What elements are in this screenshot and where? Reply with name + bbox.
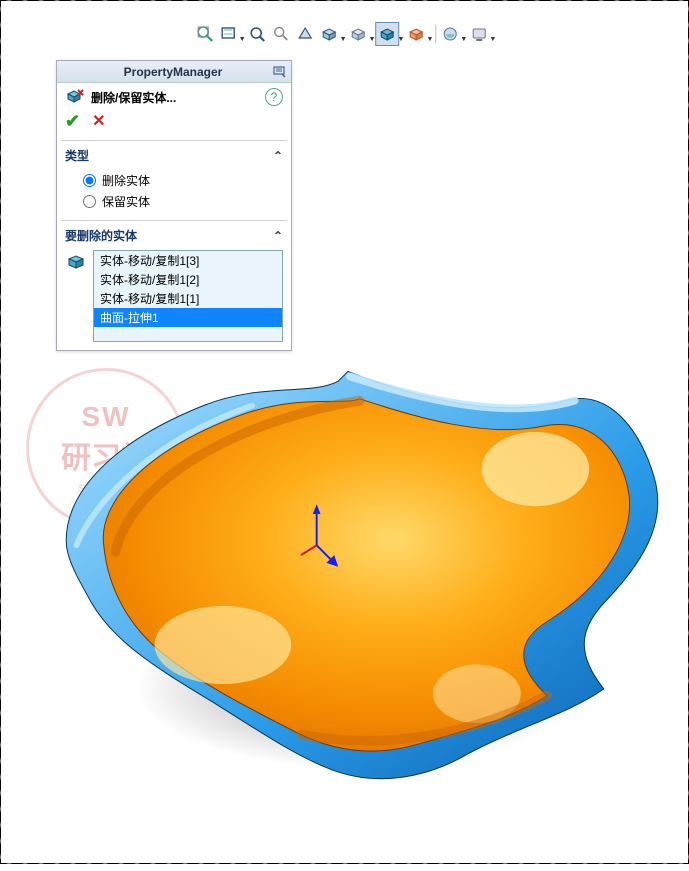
radio-delete-label: 删除实体 [102,172,150,189]
body-item[interactable]: 实体-移动/复制1[3] [94,251,282,270]
delete-body-icon [65,86,85,109]
type-group-label: 类型 [65,147,89,164]
radio-delete-bodies[interactable]: 删除实体 [65,170,283,191]
display-style-icon[interactable] [347,22,371,46]
body-item[interactable]: 实体-移动/复制1[1] [94,289,282,308]
collapse-icon[interactable]: ⌃ [273,149,283,163]
property-manager-panel: ‹ PropertyManager 删除/保留实体... ? ✔ ✕ 类型 ⌃ [56,60,292,351]
previous-view-icon[interactable] [270,22,294,46]
radio-delete-input[interactable] [83,174,96,187]
pm-titlebar: ‹ PropertyManager [57,61,291,83]
body-list-icon [65,250,87,342]
dropdown-icon[interactable]: ▼ [489,36,496,46]
bodies-group: 要删除的实体 ⌃ 实体-移动/复制1[3]实体-移动/复制1[2]实体-移动/复… [57,221,291,350]
pm-feature-header: 删除/保留实体... ? [57,83,291,111]
model-shadow [48,548,668,828]
pin-icon[interactable] [269,63,289,81]
zoom-fit-icon[interactable] [193,22,217,46]
collapse-icon[interactable]: ⌃ [273,229,283,243]
view-toolbar: ▼ ▼ ▼ ▼ ▼ ▼ ▼ [193,22,497,46]
dropdown-icon[interactable]: ▼ [340,36,347,46]
radio-keep-bodies[interactable]: 保留实体 [65,191,283,212]
pm-feature-name: 删除/保留实体... [91,89,176,106]
body-item[interactable]: 实体-移动/复制1[2] [94,270,282,289]
body-item[interactable]: 曲面-拉伸1 [94,308,282,327]
type-group: 类型 ⌃ 删除实体 保留实体 [57,141,291,220]
help-icon[interactable]: ? [265,88,283,106]
edit-appearance-icon[interactable] [404,22,428,46]
radio-keep-label: 保留实体 [102,193,150,210]
bodies-listbox[interactable]: 实体-移动/复制1[3]实体-移动/复制1[2]实体-移动/复制1[1]曲面-拉… [93,250,283,342]
zoom-area-icon[interactable] [217,22,241,46]
dropdown-icon[interactable]: ▼ [369,36,376,46]
ok-button[interactable]: ✔ [65,111,80,132]
graphics-area[interactable]: SW 研习社 SolidWorks [8,8,681,856]
bodies-group-label: 要删除的实体 [65,227,137,244]
pm-title: PropertyManager [77,65,269,79]
cancel-button[interactable]: ✕ [92,111,105,132]
radio-keep-input[interactable] [83,195,96,208]
apply-scene-icon[interactable] [438,22,462,46]
watermark: SW 研习社 SolidWorks [26,368,186,528]
dropdown-icon[interactable]: ▼ [239,36,246,46]
view-orientation-icon[interactable] [318,22,342,46]
dropdown-icon[interactable]: ▼ [398,36,405,46]
dropdown-icon[interactable]: ▼ [426,36,433,46]
view-settings-icon[interactable] [467,22,491,46]
hide-show-icon[interactable] [376,22,400,46]
section-view-icon[interactable] [294,22,318,46]
zoom-dynamic-icon[interactable] [246,22,270,46]
dropdown-icon[interactable]: ▼ [460,36,467,46]
